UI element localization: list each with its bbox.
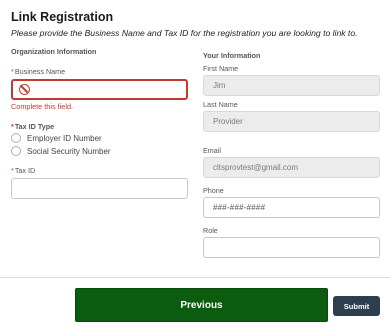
radio-ssn[interactable]: Social Security Number	[11, 146, 111, 156]
required-mark: *	[11, 67, 14, 76]
radio-circle[interactable]	[11, 146, 21, 156]
phone-label: Phone	[203, 186, 224, 195]
required-mark: *	[11, 166, 14, 175]
tax-id-label: *Tax ID	[11, 166, 35, 175]
last-name-value: Provider	[213, 117, 243, 126]
your-information-section-title: Your Information	[203, 51, 261, 60]
tax-id-type-label: *Tax ID Type	[11, 122, 54, 131]
radio-label-ssn: Social Security Number	[27, 146, 111, 156]
tax-id-type-label-text: Tax ID Type	[14, 122, 55, 131]
business-name-error: Complete this field.	[11, 102, 74, 111]
tax-id-label-text: Tax ID	[14, 166, 36, 175]
business-name-label: *Business Name	[11, 67, 65, 76]
first-name-field: Jim	[203, 75, 380, 96]
last-name-label: Last Name	[203, 100, 238, 109]
email-field: cltsprovtest@gmail.com	[203, 157, 380, 178]
business-name-label-text: Business Name	[14, 67, 66, 76]
radio-label-employer-id: Employer ID Number	[27, 133, 102, 143]
business-name-field[interactable]	[11, 79, 188, 100]
first-name-label: First Name	[203, 64, 239, 73]
page-subtitle: Please provide the Business Name and Tax…	[11, 28, 358, 38]
role-label: Role	[203, 226, 218, 235]
radio-employer-id[interactable]: Employer ID Number	[11, 133, 102, 143]
role-field[interactable]	[203, 237, 380, 258]
previous-button[interactable]: Previous	[75, 288, 328, 322]
email-label: Email	[203, 146, 221, 155]
phone-placeholder: ###-###-####	[213, 203, 266, 212]
submit-button[interactable]: Submit	[333, 296, 380, 316]
radio-circle[interactable]	[11, 133, 21, 143]
ban-icon	[19, 84, 30, 95]
first-name-value: Jim	[213, 81, 226, 90]
required-mark: *	[11, 122, 14, 131]
last-name-field: Provider	[203, 111, 380, 132]
page-title: Link Registration	[11, 10, 114, 24]
tax-id-field[interactable]	[11, 178, 188, 199]
organization-section-title: Organization Information	[11, 47, 97, 56]
email-value: cltsprovtest@gmail.com	[213, 163, 299, 172]
phone-field[interactable]: ###-###-####	[203, 197, 380, 218]
footer-divider	[0, 277, 390, 278]
